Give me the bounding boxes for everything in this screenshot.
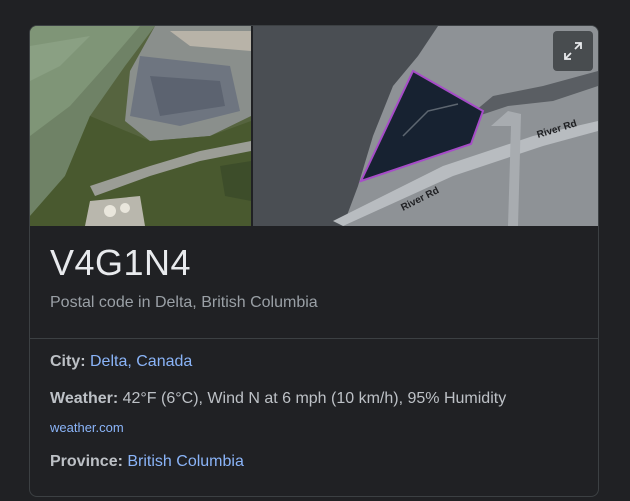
province-row: Province: British Columbia bbox=[50, 453, 244, 471]
city-label: City: bbox=[50, 353, 90, 370]
expand-icon bbox=[564, 42, 582, 60]
city-link[interactable]: Delta, Canada bbox=[90, 353, 192, 370]
knowledge-panel-card: River Rd River Rd V4G1N4 Postal code in … bbox=[29, 25, 599, 497]
map-image[interactable]: River Rd River Rd bbox=[253, 26, 598, 226]
weather-label: Weather: bbox=[50, 390, 123, 407]
expand-map-button[interactable] bbox=[553, 31, 593, 71]
satellite-image[interactable] bbox=[30, 26, 251, 226]
media-strip: River Rd River Rd bbox=[30, 26, 598, 226]
weather-value: 42°F (6°C), Wind N at 6 mph (10 km/h), 9… bbox=[122, 390, 507, 407]
city-row: City: Delta, Canada bbox=[50, 353, 192, 371]
province-label: Province: bbox=[50, 453, 128, 470]
section-divider bbox=[30, 338, 598, 339]
weather-source-link[interactable]: weather.com bbox=[50, 420, 124, 435]
province-link[interactable]: British Columbia bbox=[127, 453, 243, 470]
weather-row: Weather: 42°F (6°C), Wind N at 6 mph (10… bbox=[50, 390, 506, 408]
page-title: V4G1N4 bbox=[50, 242, 192, 283]
page-subtitle: Postal code in Delta, British Columbia bbox=[50, 294, 318, 311]
